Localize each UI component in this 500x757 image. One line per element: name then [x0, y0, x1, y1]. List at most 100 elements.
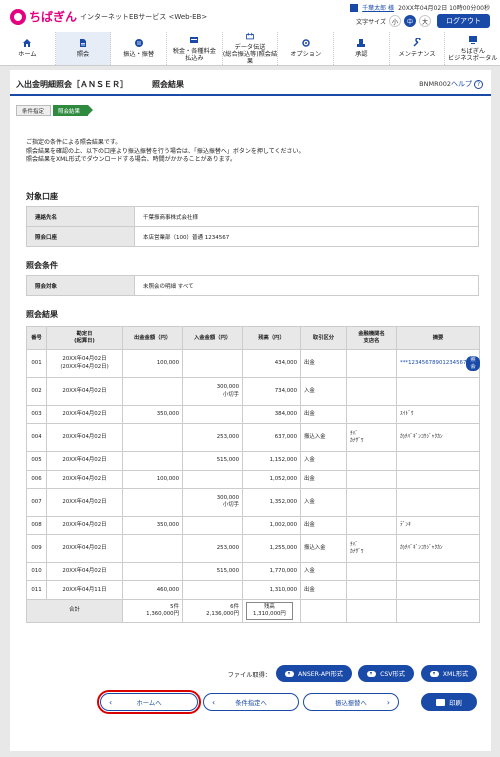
nav-maintenance[interactable]: メンテナンス — [390, 32, 446, 65]
kv-value: 本店営業部（100）普通 1234567 — [134, 226, 479, 247]
cell-type: 出金 — [300, 580, 347, 600]
transfer-button-label: 振込振替へ — [335, 699, 367, 707]
cloud-download-icon — [284, 670, 294, 677]
nav-transfer[interactable]: 振込・振替 — [111, 32, 168, 65]
user-info: 千葉太郎 様 20XX年04月02日 10時00分00秒 — [350, 3, 490, 12]
logo-mark-icon — [10, 8, 26, 25]
cloud-download-icon — [367, 670, 377, 677]
step-condition: 条件指定 — [16, 105, 52, 116]
cell-in — [182, 515, 243, 536]
condition-button[interactable]: ‹ 条件指定へ — [203, 693, 299, 711]
main-panel: 入出金明細照会［ＡＮＳＥＲ］ 照会結果 BNMR002 ヘルプ ? 条件指定 照会… — [10, 70, 491, 751]
cell-balance: 1,152,000 — [242, 451, 301, 471]
cell-balance: 734,000 — [242, 377, 301, 406]
cell-date: 20XX年04月02日 — [46, 487, 123, 517]
col-memo: 摘要 — [396, 326, 480, 350]
results-header-row: 番号 勘定日 (起算日) 出金金額（円） 入金金額（円） 残高（円） 取引区分 … — [26, 326, 480, 350]
download-label: ファイル取得： — [227, 672, 271, 679]
user-name-link[interactable]: 千葉太郎 様 — [362, 3, 394, 12]
cell-date: 20XX年04月11日 — [46, 580, 123, 600]
download-xml-label: XML形式 — [442, 671, 469, 678]
nav-home-label: ホーム — [18, 51, 37, 59]
download-anser-button[interactable]: ANSER-API形式 — [276, 665, 352, 682]
cell-date: 20XX年04月02日 — [46, 451, 123, 471]
nav-tax-label: 税金・各種料金 払込み — [172, 47, 216, 62]
cell-balance: 1,310,000 — [242, 580, 301, 600]
download-csv-button[interactable]: CSV形式 — [358, 665, 414, 682]
kv-value: 未照会の明細 すべて — [134, 275, 479, 296]
download-anser-label: ANSER-API形式 — [297, 671, 343, 678]
cell-type: 出金 — [300, 349, 347, 378]
kv-key: 連絡先名 — [26, 206, 135, 227]
memo-inquiry-button[interactable]: 照会 — [466, 355, 480, 372]
guide-line: 照会結果を確認の上、以下の口座より振込振替を行う場合は、「振込振替へ」ボタンを押… — [26, 147, 305, 155]
cell-bank: ﾁﾊﾞ ｶﾅｻﾞﾜ — [346, 534, 397, 564]
table-row: 009 20XX年04月02日 253,000 1,255,000 振込入金 ﾁﾊﾞ ｶﾅ… — [26, 534, 480, 564]
cell-out — [122, 534, 183, 564]
col-type: 取引区分 — [300, 326, 347, 350]
step-indicator: 条件指定 照会結果 — [16, 105, 94, 116]
logo[interactable]: ちばぎん インターネットEBサービス <Web-EB> — [10, 8, 207, 25]
nav-portal[interactable]: ちばぎん ビジネスポータル — [445, 32, 500, 65]
cell-in — [182, 469, 243, 489]
nav-approval[interactable]: 承認 — [334, 32, 390, 65]
cell-no: 003 — [26, 404, 47, 425]
cell-type: 入金 — [300, 451, 347, 471]
cell-out: 350,000 — [122, 404, 183, 425]
nav-home[interactable]: ホーム — [0, 32, 56, 65]
kv-row: 照会対象 未照会の明細 すべて — [26, 275, 479, 296]
print-button[interactable]: 印刷 — [421, 693, 477, 711]
nav-tax[interactable]: 税金・各種料金 払込み — [167, 32, 223, 65]
global-nav: ホーム 照会 振込・振替 税金・各種料金 払込み データ伝送 (総合振込等)照会… — [0, 32, 500, 66]
cell-no: 010 — [26, 562, 47, 582]
cell-out — [122, 377, 183, 406]
download-xml-button[interactable]: XML形式 — [421, 665, 477, 682]
memo-link[interactable]: ***12345678901234567 — [400, 360, 466, 367]
bottom-nav: ‹ ホームへ ‹ 条件指定へ 振込振替へ › 印刷 — [10, 690, 491, 714]
cell-date: 20XX年04月02日 — [46, 377, 123, 406]
table-row: 010 20XX年04月02日 515,000 1,770,000 入金 — [26, 562, 480, 582]
font-size-small-button[interactable]: 小 — [389, 15, 401, 27]
cell-in: 300,000 小切手 — [182, 377, 243, 406]
last-login: 20XX年04月02日 10時00分00秒 — [398, 5, 490, 12]
font-size-medium-button[interactable]: 中 — [404, 15, 416, 27]
cell-date: 20XX年04月02日 — [46, 515, 123, 536]
col-out: 出金金額（円） — [122, 326, 183, 350]
title-bar: 入出金明細照会［ＡＮＳＥＲ］ 照会結果 BNMR002 ヘルプ ? — [10, 70, 491, 96]
transfer-button[interactable]: 振込振替へ › — [303, 693, 399, 711]
cell-date: 20XX年04月02日 — [46, 404, 123, 425]
cell-in: 253,000 — [182, 423, 243, 453]
home-button[interactable]: ‹ ホームへ — [97, 690, 201, 714]
portal-icon — [468, 35, 477, 44]
total-balance: 残高 1,310,000円 — [242, 598, 301, 623]
cell-no: 002 — [26, 377, 47, 406]
cell-memo — [396, 377, 480, 406]
font-size-large-button[interactable]: 大 — [419, 15, 431, 27]
total-blank — [396, 598, 480, 623]
total-in: 6件 2,136,000円 — [182, 598, 243, 623]
cell-balance: 384,000 — [242, 404, 301, 425]
home-button-label: ホームへ — [136, 699, 162, 707]
section-heading-target-account: 対象口座 — [26, 192, 58, 201]
cell-no: 006 — [26, 469, 47, 489]
cell-balance: 1,770,000 — [242, 562, 301, 582]
cell-no: 004 — [26, 423, 47, 453]
page-title-main: 入出金明細照会［ＡＮＳＥＲ］ — [16, 80, 128, 89]
nav-approval-label: 承認 — [355, 51, 368, 59]
cell-in — [182, 349, 243, 378]
logout-button[interactable]: ログアウト — [437, 14, 490, 28]
guide-line: 照会結果をXML形式でダウンロードする場合、時間がかかることがあります。 — [26, 156, 237, 164]
nav-option[interactable]: オプション — [278, 32, 335, 65]
cell-type: 振込入金 — [300, 534, 347, 564]
cell-type: 入金 — [300, 487, 347, 517]
nav-data-transmission[interactable]: データ伝送 (総合振込等)照会結果 — [223, 32, 279, 65]
cell-in: 515,000 — [182, 562, 243, 582]
total-balance-label: 残高 — [264, 603, 275, 610]
chevron-left-icon: ‹ — [212, 697, 216, 707]
cell-date: 20XX年04月02日 (20XX年04月02日) — [46, 349, 123, 378]
cell-in — [182, 580, 243, 600]
total-out: 5件 1,360,000円 — [122, 598, 183, 623]
kv-key: 照会対象 — [26, 275, 135, 296]
nav-inquiry[interactable]: 照会 — [55, 32, 112, 65]
help-link[interactable]: ヘルプ ? — [451, 79, 483, 89]
